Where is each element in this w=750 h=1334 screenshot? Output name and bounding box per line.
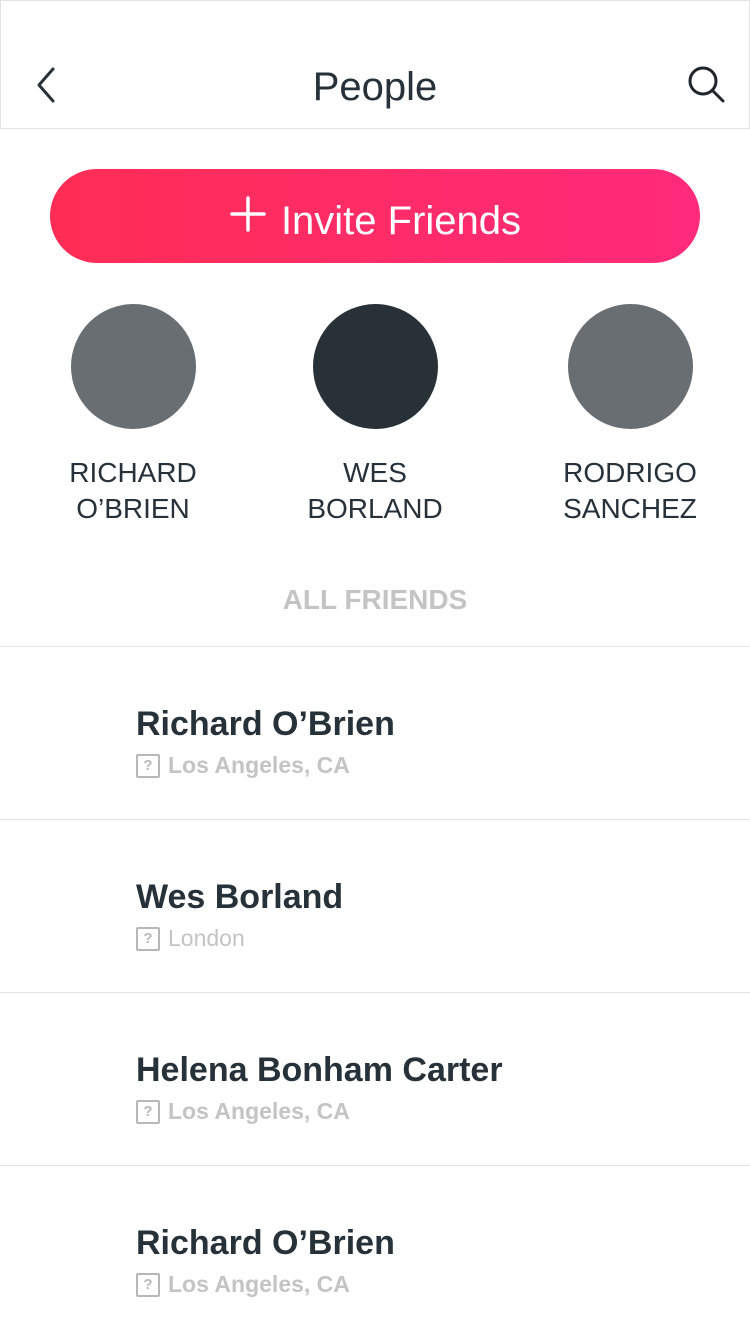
friend-name: Richard O’Brien xyxy=(136,1224,395,1262)
list-item[interactable]: Richard O’Brien ? Los Angeles, CA xyxy=(0,646,750,819)
page-title: People xyxy=(312,65,438,109)
avatar xyxy=(70,304,196,429)
location-text: Los Angeles, CA xyxy=(168,1271,350,1297)
friend-name: Wes Borland xyxy=(136,878,344,916)
last-name: SANCHEZ xyxy=(563,493,697,524)
location-text: Los Angeles, CA xyxy=(168,1098,350,1124)
avatar xyxy=(312,304,438,429)
featured-person[interactable]: RODRIGO SANCHEZ xyxy=(530,304,730,527)
plus-icon xyxy=(230,196,266,232)
invite-friends-button[interactable]: Invite Friends xyxy=(50,169,700,263)
last-name: O’BRIEN xyxy=(76,493,190,524)
friend-location: ? Los Angeles, CA xyxy=(136,752,350,779)
friend-name: Helena Bonham Carter xyxy=(136,1051,503,1089)
featured-person-name: RODRIGO SANCHEZ xyxy=(530,455,730,527)
list-item[interactable]: Richard O’Brien ? Los Angeles, CA xyxy=(0,1165,750,1334)
unknown-location-icon: ? xyxy=(136,926,160,951)
first-name: RICHARD xyxy=(69,457,197,488)
list-item[interactable]: Helena Bonham Carter ? Los Angeles, CA xyxy=(0,992,750,1165)
search-icon xyxy=(688,66,725,103)
last-name: BORLAND xyxy=(307,493,443,524)
friend-location: ? Los Angeles, CA xyxy=(136,1271,350,1298)
featured-person-name: RICHARD O’BRIEN xyxy=(33,455,233,527)
friend-name: Richard O’Brien xyxy=(136,705,395,743)
friend-location: ? Los Angeles, CA xyxy=(136,1098,350,1125)
featured-people: RICHARD O’BRIEN WES BORLAND RODRIGO SANC… xyxy=(0,304,750,534)
invite-friends-label: Invite Friends xyxy=(280,198,522,243)
friend-location: ? London xyxy=(136,925,245,952)
unknown-location-icon: ? xyxy=(136,1272,160,1297)
location-text: Los Angeles, CA xyxy=(168,752,350,778)
nav-header: People xyxy=(0,0,750,129)
people-screen: People Invite Friends RICHARD O’BRIEN WE… xyxy=(0,0,750,1334)
featured-person[interactable]: WES BORLAND xyxy=(275,304,475,527)
first-name: RODRIGO xyxy=(563,457,697,488)
search-button[interactable] xyxy=(683,61,731,109)
first-name: WES xyxy=(343,457,407,488)
avatar xyxy=(567,304,693,429)
location-text: London xyxy=(168,925,245,951)
friends-list: Richard O’Brien ? Los Angeles, CA Wes Bo… xyxy=(0,646,750,1334)
section-label-all-friends: ALL FRIENDS xyxy=(282,584,468,615)
featured-person[interactable]: RICHARD O’BRIEN xyxy=(33,304,233,527)
featured-person-name: WES BORLAND xyxy=(275,455,475,527)
list-item[interactable]: Wes Borland ? London xyxy=(0,819,750,992)
unknown-location-icon: ? xyxy=(136,1099,160,1124)
unknown-location-icon: ? xyxy=(136,753,160,778)
